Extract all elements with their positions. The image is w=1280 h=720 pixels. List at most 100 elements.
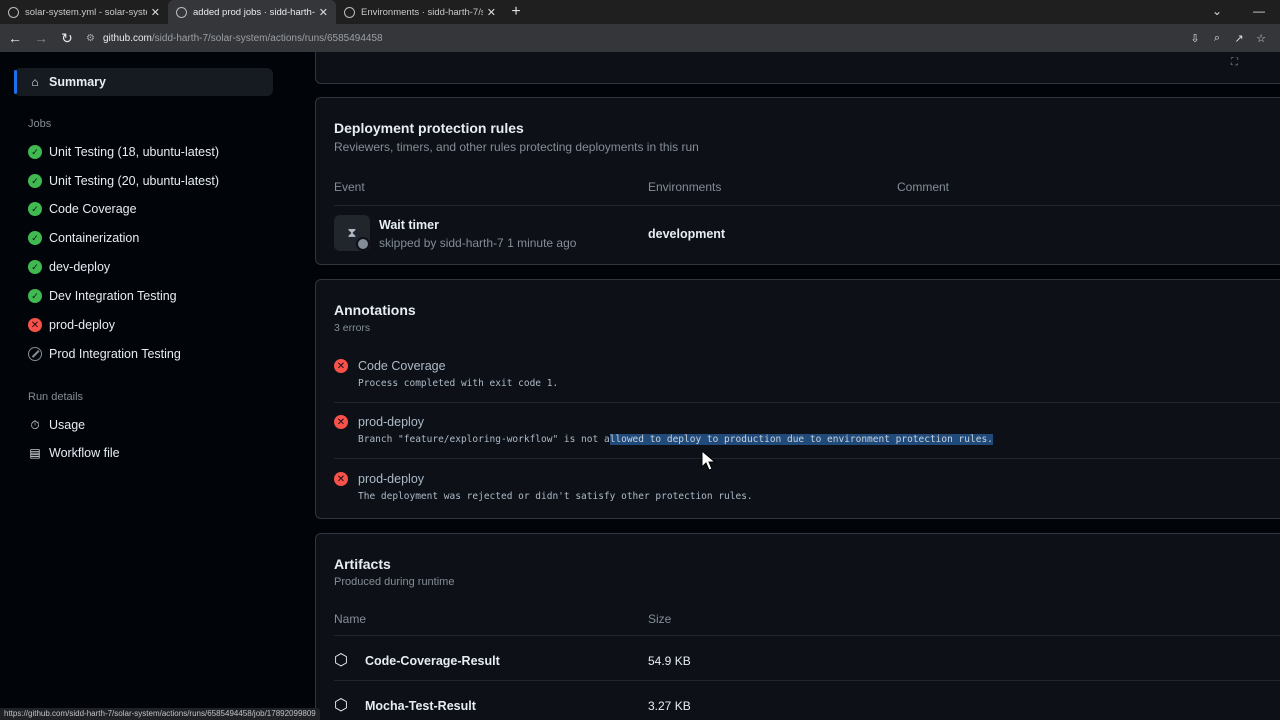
link-status-bar: https://github.com/sidd-harth-7/solar-sy…	[0, 708, 320, 720]
artifact-size: 3.27 KB	[648, 699, 691, 713]
new-tab-button[interactable]: +	[504, 0, 528, 24]
browser-tab-1[interactable]: solar-system.yml - solar-system ✕	[0, 0, 168, 24]
divider	[334, 680, 1280, 681]
file-icon: ▤	[29, 446, 41, 460]
window-controls: ⌄ —	[1196, 0, 1280, 22]
sidebar-item-label: Unit Testing (20, ubuntu-latest)	[49, 174, 220, 188]
workflow-graph-card: ⛶	[315, 52, 1280, 84]
artifacts-card: Artifacts Produced during runtime Name S…	[315, 533, 1280, 720]
x-circle-icon: ✕	[334, 359, 348, 373]
check-circle-icon: ✓	[28, 202, 42, 216]
browser-tab-bar: solar-system.yml - solar-system ✕ added …	[0, 0, 1280, 24]
annotation-title[interactable]: prod-deploy	[358, 472, 424, 486]
site-info-icon[interactable]: ⚙	[86, 33, 95, 44]
github-icon	[176, 6, 187, 18]
check-circle-icon: ✓	[28, 174, 42, 188]
sidebar-item-label: Workflow file	[49, 446, 120, 460]
skipped-icon	[28, 347, 42, 361]
address-bar[interactable]: ⚙ github.com /sidd-harth-7/solar-system/…	[86, 27, 1184, 49]
run-details-heading: Run details	[28, 391, 84, 403]
reload-icon[interactable]: ↻	[56, 30, 78, 47]
chevron-down-icon[interactable]: ⌄	[1196, 0, 1238, 22]
column-header: Name	[334, 612, 367, 626]
check-circle-icon: ✓	[28, 260, 42, 274]
x-circle-icon: ✕	[334, 415, 348, 429]
tab-title: solar-system.yml - solar-system	[25, 6, 147, 18]
sidebar-item-label: Prod Integration Testing	[49, 347, 181, 361]
skipped-badge-icon	[356, 237, 370, 251]
rule-status: skipped by sidd-harth-7 1 minute ago	[379, 236, 577, 250]
back-arrow-icon[interactable]: ←	[4, 30, 26, 46]
divider	[334, 635, 1280, 636]
sidebar-item-job[interactable]: ✓ Unit Testing (18, ubuntu-latest)	[14, 138, 273, 166]
x-circle-icon: ✕	[28, 318, 42, 332]
annotation-message: Branch "feature/exploring-workflow" is n…	[358, 434, 993, 445]
sidebar-item-label: Containerization	[49, 231, 140, 245]
error-count: 3 errors	[334, 322, 371, 334]
selected-text: llowed to deploy to production due to en…	[609, 434, 993, 445]
sidebar-item-job[interactable]: ✓ Dev Integration Testing	[14, 282, 273, 310]
sidebar-item-label: Dev Integration Testing	[49, 289, 177, 303]
artifact-size: 54.9 KB	[648, 654, 691, 668]
sidebar-item-summary[interactable]: ⌂ Summary	[14, 68, 273, 96]
column-header: Environments	[648, 180, 722, 194]
rule-title: Wait timer	[379, 218, 439, 232]
artifact-name[interactable]: Mocha-Test-Result	[365, 699, 476, 713]
annotation-title[interactable]: Code Coverage	[358, 359, 446, 373]
close-icon[interactable]: ✕	[151, 6, 160, 19]
sidebar-item-job[interactable]: ✓ Containerization	[14, 224, 273, 252]
install-app-icon[interactable]: ⇩	[1184, 32, 1206, 45]
annotation-message: The deployment was rejected or didn't sa…	[358, 491, 753, 502]
github-icon	[344, 6, 355, 18]
sidebar-item-job[interactable]: ✓ Unit Testing (20, ubuntu-latest)	[14, 167, 273, 195]
section-subtitle: Produced during runtime	[334, 576, 455, 588]
url-path: /sidd-harth-7/solar-system/actions/runs/…	[151, 32, 383, 44]
zoom-icon[interactable]: ⌕	[1206, 32, 1228, 45]
check-circle-icon: ✓	[28, 231, 42, 245]
fullscreen-icon[interactable]: ⛶	[1231, 57, 1238, 68]
package-icon: ⬡	[334, 697, 348, 714]
share-icon[interactable]: ↗	[1228, 32, 1250, 45]
environment-name[interactable]: development	[648, 227, 725, 241]
browser-tab-3[interactable]: Environments · sidd-harth-7/sol ✕	[336, 0, 504, 24]
annotation-message: Process completed with exit code 1.	[358, 378, 559, 389]
section-title: Deployment protection rules	[334, 120, 524, 136]
section-subtitle: Reviewers, timers, and other rules prote…	[334, 140, 699, 154]
section-title: Artifacts	[334, 556, 391, 572]
close-icon[interactable]: ✕	[487, 6, 496, 19]
section-title: Annotations	[334, 302, 416, 318]
minimize-icon[interactable]: —	[1238, 0, 1280, 22]
url-host: github.com	[102, 32, 152, 44]
jobs-heading: Jobs	[28, 118, 52, 130]
home-icon: ⌂	[31, 75, 39, 89]
sidebar-item-usage[interactable]: ⏱ Usage	[14, 411, 273, 439]
sidebar-item-label: Unit Testing (18, ubuntu-latest)	[49, 145, 220, 159]
address-bar-actions: ⇩ ⌕ ↗ ☆	[1184, 32, 1272, 45]
annotations-card: Annotations 3 errors ✕ Code Coverage Pro…	[315, 279, 1280, 519]
sidebar-item-workflow-file[interactable]: ▤ Workflow file	[14, 439, 273, 467]
column-header: Comment	[897, 180, 950, 194]
tab-favicon-icon	[8, 6, 19, 18]
check-circle-icon: ✓	[28, 145, 42, 159]
package-icon: ⬡	[334, 652, 348, 669]
sidebar-item-job[interactable]: ✓ Code Coverage	[14, 195, 273, 223]
close-icon[interactable]: ✕	[319, 6, 328, 19]
page-viewport: ⌂ Summary Jobs ✓ Unit Testing (18, ubunt…	[0, 52, 1280, 720]
annotation-title[interactable]: prod-deploy	[358, 415, 424, 429]
mouse-cursor-icon	[701, 450, 717, 471]
browser-toolbar: ← → ↻ ⚙ github.com /sidd-harth-7/solar-s…	[0, 24, 1280, 52]
x-circle-icon: ✕	[334, 472, 348, 486]
forward-arrow-icon[interactable]: →	[30, 30, 52, 46]
deployment-protection-card: Deployment protection rules Reviewers, t…	[315, 97, 1280, 265]
sidebar-item-job[interactable]: ✓ dev-deploy	[14, 253, 273, 281]
divider	[334, 205, 1280, 206]
browser-tab-2[interactable]: added prod jobs · sidd-harth-7/ ✕	[168, 0, 336, 24]
sidebar-item-job[interactable]: Prod Integration Testing	[14, 340, 273, 368]
sidebar-item-label: Code Coverage	[49, 202, 137, 216]
artifact-name[interactable]: Code-Coverage-Result	[365, 654, 500, 668]
tab-title: Environments · sidd-harth-7/sol	[361, 6, 483, 18]
check-circle-icon: ✓	[28, 289, 42, 303]
sidebar-item-job[interactable]: ✕ prod-deploy	[14, 311, 273, 339]
divider	[334, 402, 1280, 403]
bookmark-star-icon[interactable]: ☆	[1250, 32, 1272, 45]
